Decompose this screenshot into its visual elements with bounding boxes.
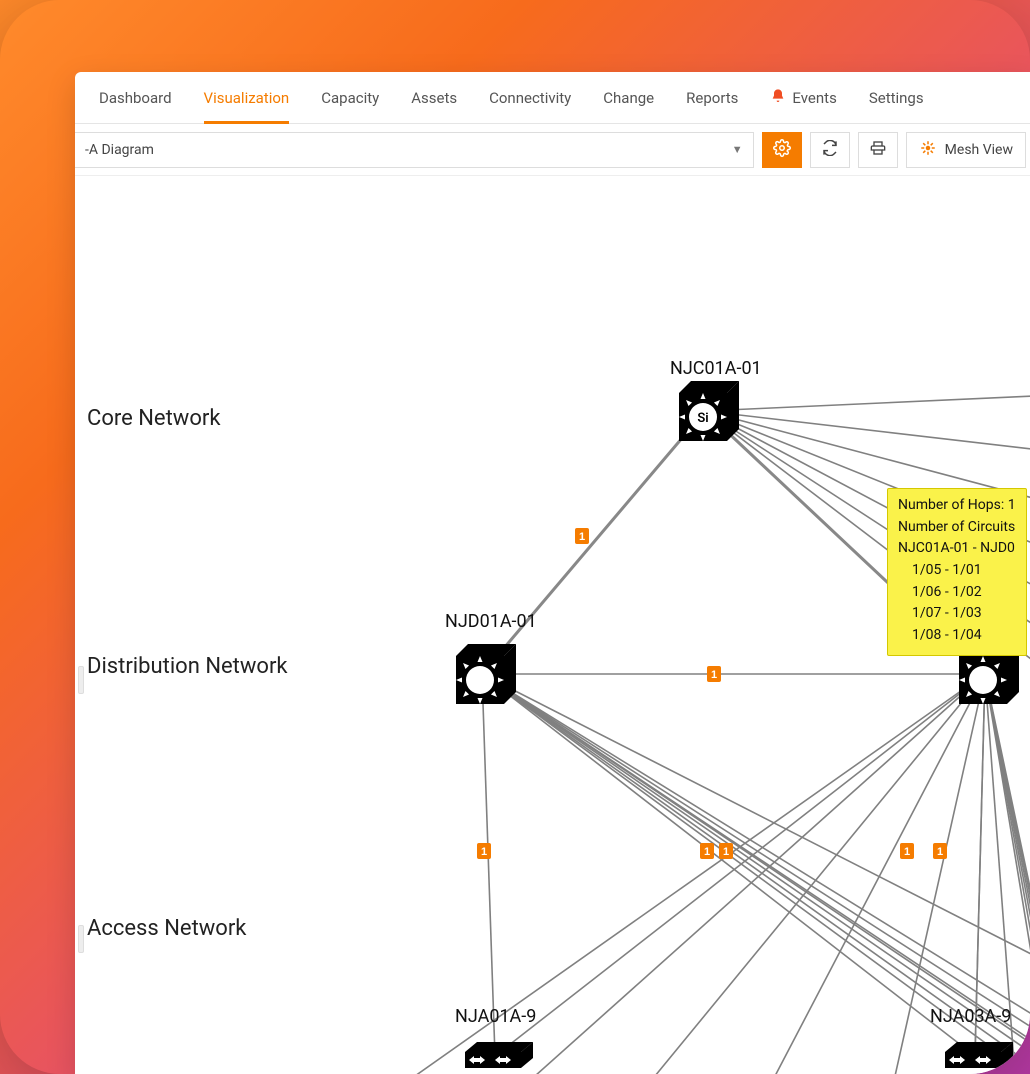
tab-label: Capacity <box>321 89 379 107</box>
tab-label: Change <box>603 89 654 107</box>
svg-text:1: 1 <box>704 846 710 858</box>
mesh-icon <box>919 139 937 161</box>
tab-dashboard[interactable]: Dashboard <box>83 72 188 124</box>
tab-label: Reports <box>686 89 738 107</box>
gear-icon <box>773 139 791 161</box>
tab-connectivity[interactable]: Connectivity <box>473 72 587 124</box>
svg-text:1: 1 <box>937 846 943 858</box>
top-nav: Dashboard Visualization Capacity Assets Conn… <box>75 72 1030 124</box>
refresh-icon <box>822 140 838 160</box>
tooltip-hops: Number of Hops: 1 <box>898 495 1016 517</box>
section-label: Core Network <box>87 406 220 431</box>
svg-text:1: 1 <box>481 846 487 858</box>
tab-reports[interactable]: Reports <box>670 72 754 124</box>
app-window: Dashboard Visualization Capacity Assets Conn… <box>75 72 1030 1074</box>
side-handle[interactable] <box>78 666 84 694</box>
toolbar: -A Diagram ▼ <box>75 124 1030 176</box>
tab-capacity[interactable]: Capacity <box>305 72 395 124</box>
refresh-button[interactable] <box>810 132 850 168</box>
mesh-view-label: Mesh View <box>945 142 1013 158</box>
section-label: Distribution Network <box>87 654 288 679</box>
tooltip-port-pair: 1/05 - 1/01 <box>898 560 1016 582</box>
print-icon <box>870 140 886 160</box>
tooltip-path: NJC01A-01 - NJD0 <box>898 538 1016 560</box>
svg-text:1: 1 <box>723 846 729 858</box>
bell-icon <box>770 88 786 108</box>
node-label[interactable]: NJA03A-9 <box>930 1006 1011 1027</box>
tab-label: Dashboard <box>99 89 172 107</box>
diagram-dropdown[interactable]: -A Diagram ▼ <box>75 132 754 168</box>
node-label[interactable]: NJC01A-01 <box>670 358 762 379</box>
tooltip-circuits: Number of Circuits <box>898 517 1016 539</box>
svg-text:1: 1 <box>711 669 717 681</box>
tab-change[interactable]: Change <box>587 72 670 124</box>
node-label[interactable]: NJA01A-9 <box>455 1006 536 1027</box>
print-button[interactable] <box>858 132 898 168</box>
tab-label: Visualization <box>204 89 290 107</box>
diagram-dropdown-value: -A Diagram <box>85 142 154 158</box>
tab-label: Settings <box>869 89 924 107</box>
tab-settings[interactable]: Settings <box>853 72 940 124</box>
tab-label: Assets <box>411 89 457 107</box>
side-handle[interactable] <box>78 925 84 953</box>
caret-down-icon: ▼ <box>732 143 743 156</box>
tab-label: Connectivity <box>489 89 571 107</box>
mesh-view-button[interactable]: Mesh View <box>906 132 1026 168</box>
tab-events[interactable]: Events <box>754 72 852 124</box>
svg-text:1: 1 <box>904 846 910 858</box>
svg-text:Si: Si <box>697 411 708 426</box>
tooltip-port-pair: 1/08 - 1/04 <box>898 625 1016 647</box>
node-label[interactable]: NJD01A-01 <box>445 611 537 632</box>
tab-visualization[interactable]: Visualization <box>188 72 306 124</box>
link-tooltip: Number of Hops: 1Number of CircuitsNJC01… <box>887 488 1027 656</box>
tooltip-port-pair: 1/07 - 1/03 <box>898 603 1016 625</box>
svg-text:1: 1 <box>579 531 585 543</box>
section-label: Access Network <box>87 916 246 941</box>
tab-label: Events <box>792 89 836 107</box>
settings-button[interactable] <box>762 132 802 168</box>
tooltip-port-pair: 1/06 - 1/02 <box>898 582 1016 604</box>
tab-assets[interactable]: Assets <box>395 72 473 124</box>
diagram-canvas[interactable]: 1 1 1 1 1 1 1 Si Core Network Distribution Netwo… <box>75 176 1030 1074</box>
